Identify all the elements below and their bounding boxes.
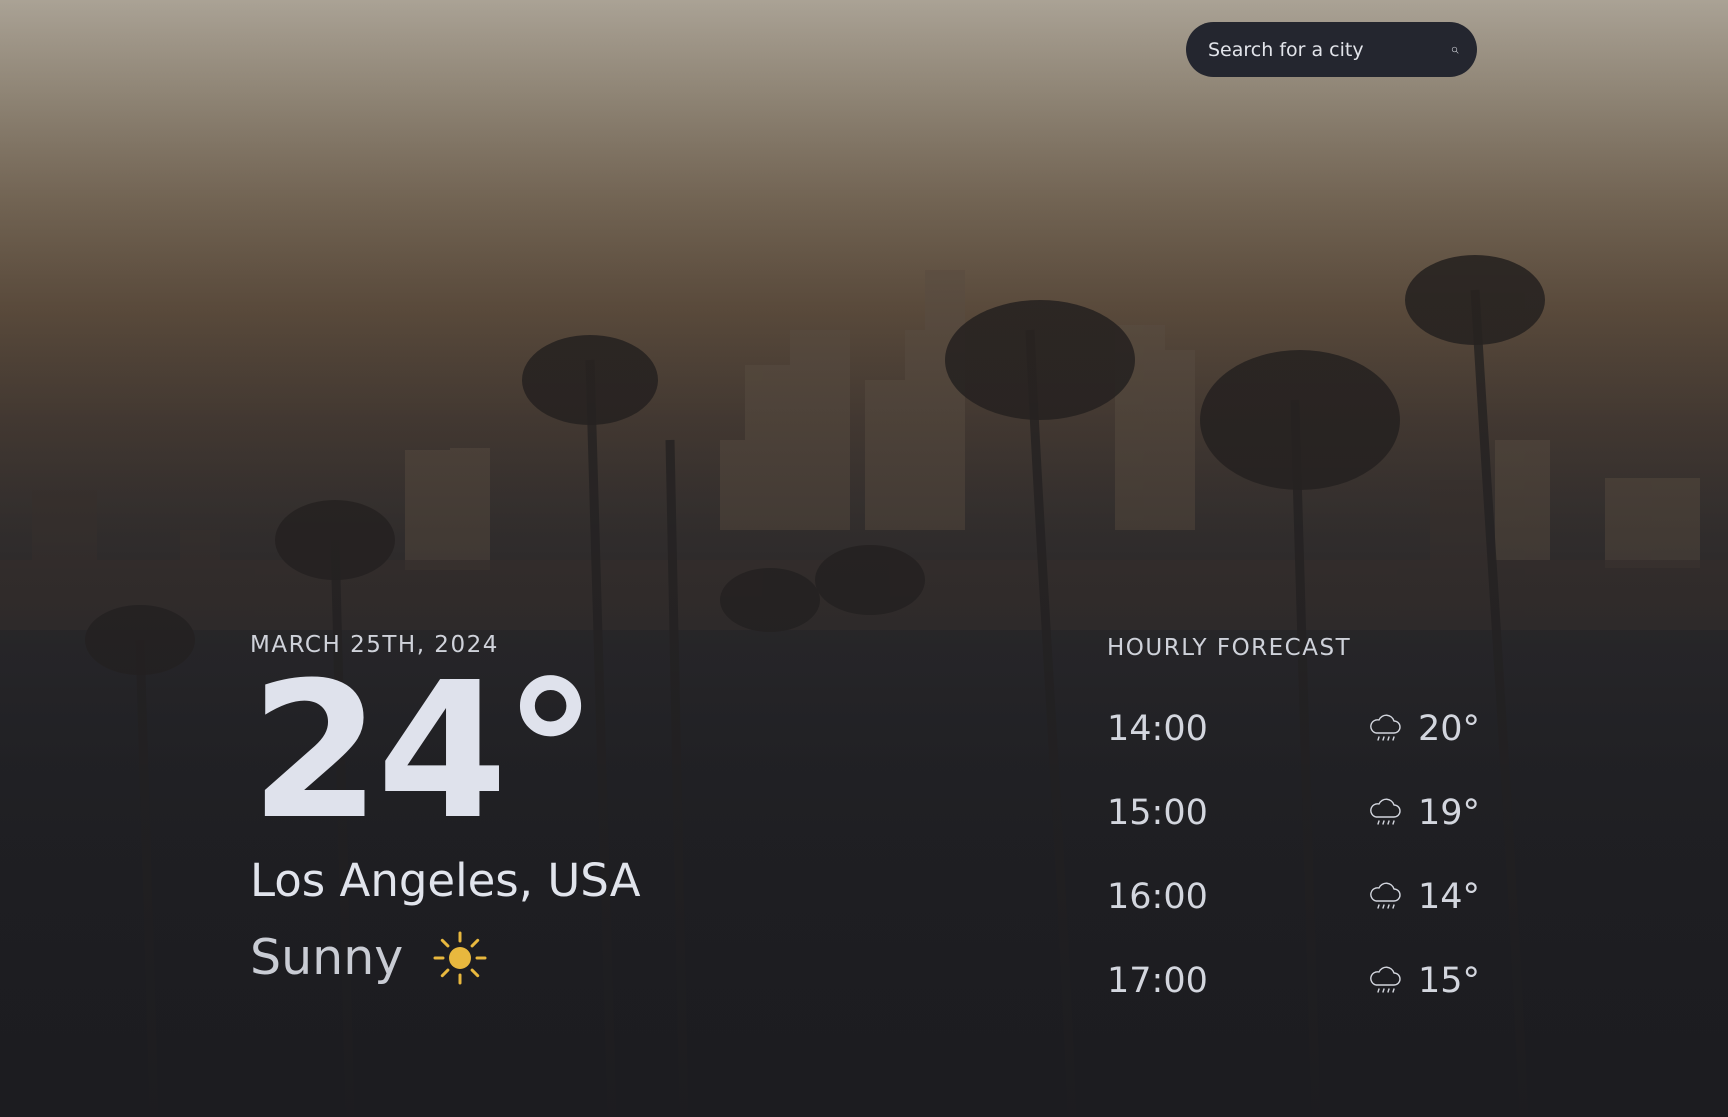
- forecast-row: 14:00 20°: [1107, 687, 1482, 771]
- city-name: Los Angeles, USA: [250, 854, 641, 907]
- forecast-list: 14:00 20° 15:00 19° 16:00 14° 17:00 15°: [1107, 687, 1482, 1023]
- forecast-value: 15°: [1367, 961, 1482, 1001]
- search-bar[interactable]: [1186, 22, 1477, 77]
- forecast-title: HOURLY FORECAST: [1107, 635, 1352, 661]
- rain-cloud-icon: [1370, 714, 1401, 741]
- forecast-temperature: 19°: [1418, 793, 1481, 833]
- forecast-value: 20°: [1367, 709, 1482, 749]
- current-weather: MARCH 25TH, 2024 24° Los Angeles, USA Su…: [250, 632, 640, 986]
- forecast-temperature: 15°: [1418, 961, 1481, 1001]
- forecast-temperature: 14°: [1418, 877, 1481, 917]
- weather-condition: Sunny: [250, 929, 404, 986]
- search-input[interactable]: [1208, 38, 1451, 61]
- sun-icon: [433, 931, 487, 984]
- hourly-forecast: HOURLY FORECAST 14:00 20° 15:00 19° 16:0…: [1107, 635, 1482, 1023]
- forecast-time: 16:00: [1107, 877, 1208, 917]
- search-icon[interactable]: [1451, 36, 1459, 64]
- forecast-time: 17:00: [1107, 961, 1208, 1001]
- forecast-row: 16:00 14°: [1107, 855, 1482, 939]
- forecast-time: 15:00: [1107, 793, 1208, 833]
- condition-row: Sunny: [250, 929, 640, 986]
- current-temperature: 24°: [250, 642, 598, 861]
- forecast-time: 14:00: [1107, 709, 1208, 749]
- forecast-value: 19°: [1367, 793, 1482, 833]
- forecast-value: 14°: [1367, 877, 1482, 917]
- rain-cloud-icon: [1370, 966, 1401, 993]
- rain-cloud-icon: [1370, 882, 1401, 909]
- forecast-temperature: 20°: [1418, 709, 1481, 749]
- forecast-row: 15:00 19°: [1107, 771, 1482, 855]
- forecast-row: 17:00 15°: [1107, 939, 1482, 1023]
- rain-cloud-icon: [1370, 798, 1401, 825]
- weather-page: MARCH 25TH, 2024 24° Los Angeles, USA Su…: [0, 0, 1728, 1117]
